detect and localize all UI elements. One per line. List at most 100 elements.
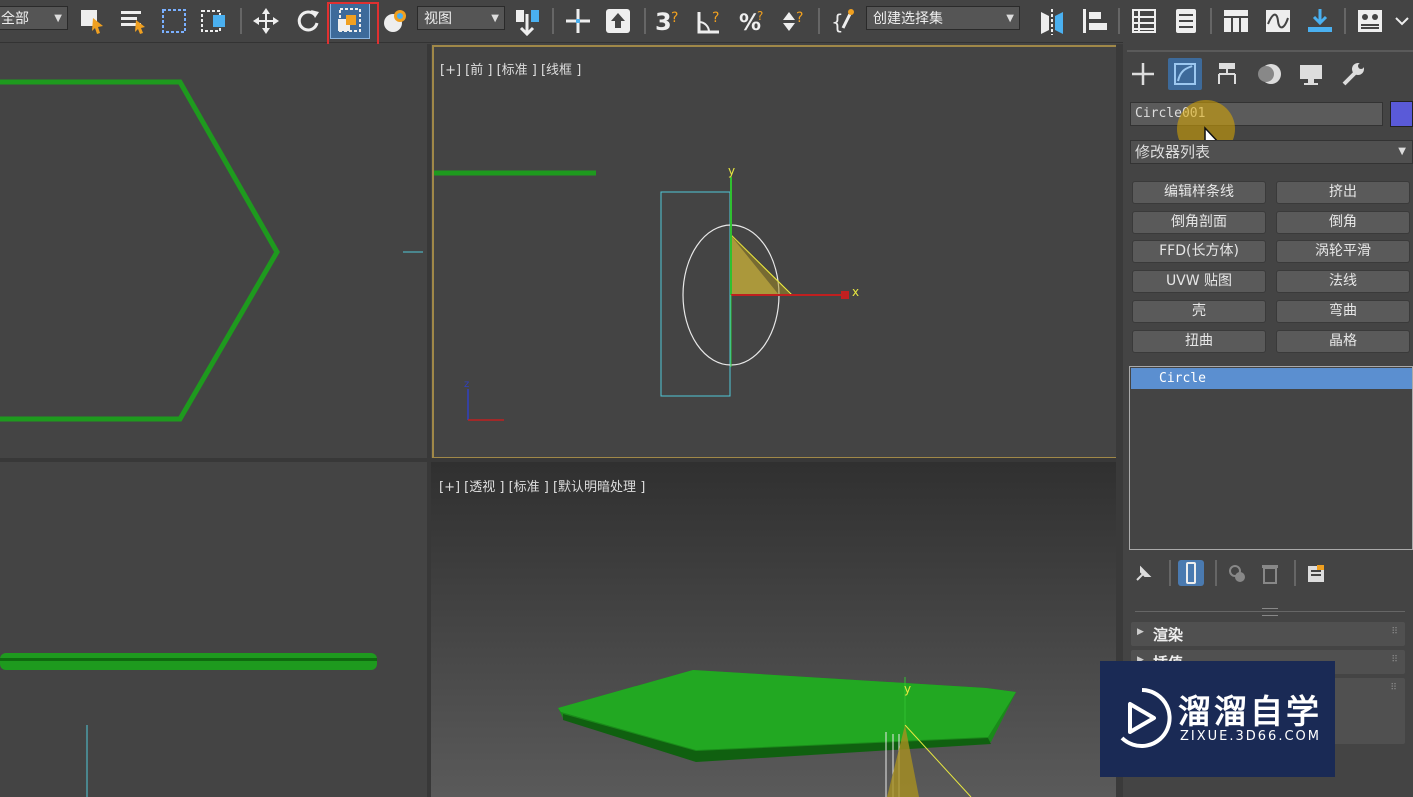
window-crossing-button[interactable]	[196, 3, 232, 39]
select-by-name-button[interactable]	[115, 3, 151, 39]
align-icon	[1083, 9, 1107, 33]
edit-named-selection-button[interactable]: {	[826, 3, 862, 39]
modifier-button-bevel[interactable]: 倒角	[1276, 211, 1410, 234]
manipulate-icon	[566, 9, 590, 33]
configure-sets-icon[interactable]	[1305, 563, 1327, 585]
rotate-icon	[297, 10, 319, 32]
tab-hierarchy[interactable]	[1210, 58, 1244, 90]
modify-icon	[1174, 63, 1196, 85]
resize-grip-icon[interactable]	[1262, 608, 1278, 616]
toolbar-separator	[644, 8, 646, 34]
select-object-button[interactable]	[74, 3, 110, 39]
svg-text:?: ?	[796, 10, 803, 26]
pivot-center-icon	[516, 10, 539, 36]
object-color-swatch[interactable]	[1390, 101, 1413, 127]
hierarchy-icon	[1218, 63, 1236, 84]
viewport-top-left[interactable]	[0, 44, 427, 458]
wrench-icon	[1342, 63, 1364, 86]
spinner-snap-icon: ?	[783, 10, 803, 31]
viewport-front[interactable]: [+] [前 ] [标准 ] [线框 ] y x z	[432, 45, 1118, 459]
chevron-right-icon: ▶	[1137, 627, 1144, 637]
modifier-button-bend[interactable]: 弯曲	[1276, 300, 1410, 323]
watermark-logo: 溜溜自学 ZIXUE.3D66.COM	[1100, 661, 1335, 777]
modifier-button-uvw-map[interactable]: UVW 贴图	[1132, 270, 1266, 293]
x-axis-label: x	[852, 285, 859, 299]
plus-icon	[1132, 63, 1154, 85]
modifier-button-turbosmooth[interactable]: 涡轮平滑	[1276, 240, 1410, 263]
toggle-ribbon-button[interactable]	[1218, 3, 1254, 39]
hexagon-shape	[0, 79, 423, 422]
material-editor-button[interactable]	[1352, 3, 1388, 39]
viewport-bottom-left[interactable]	[0, 462, 427, 797]
select-object-icon	[81, 10, 103, 34]
modifier-button-normal[interactable]: 法线	[1276, 270, 1410, 293]
modifier-list-dropdown[interactable]: 修改器列表 ▼	[1130, 140, 1413, 164]
select-manipulate-button[interactable]	[560, 3, 596, 39]
modifier-button-lattice[interactable]: 晶格	[1276, 330, 1410, 353]
rollout-rendering[interactable]: ▶ 渲染 ⠿	[1131, 622, 1405, 646]
curve-editor-icon	[1266, 10, 1290, 32]
rectangular-selection-button[interactable]	[156, 3, 192, 39]
chevron-down-icon: ▼	[1006, 13, 1014, 24]
svg-text:?: ?	[671, 10, 678, 26]
select-and-link-button[interactable]	[376, 3, 412, 39]
modifier-button-edit-spline[interactable]: 编辑样条线	[1132, 181, 1266, 204]
object-name-field[interactable]: Circle001	[1130, 102, 1383, 126]
make-unique-icon[interactable]	[1227, 563, 1249, 585]
selection-filter-value: 全部	[1, 11, 29, 27]
tab-motion[interactable]	[1252, 58, 1286, 90]
trash-icon[interactable]	[1259, 563, 1281, 585]
grip-icon: ⠿	[1391, 627, 1398, 637]
chevron-down-icon	[1395, 17, 1409, 26]
show-end-result-button[interactable]	[1178, 560, 1204, 586]
tab-modify[interactable]	[1168, 58, 1202, 90]
stack-item-circle[interactable]: Circle	[1131, 368, 1412, 389]
snaps-toggle-button[interactable]: 3?	[650, 3, 688, 39]
snap-3d-icon: 3?	[655, 8, 678, 36]
curve-editor-button[interactable]	[1260, 3, 1296, 39]
selection-filter-dropdown[interactable]: 全部 ▼	[0, 6, 68, 30]
grip-icon: ⠿	[1390, 683, 1397, 693]
toolbar-overflow-button[interactable]	[1392, 3, 1412, 39]
svg-text:{: {	[831, 10, 844, 34]
modifier-button-twist[interactable]: 扭曲	[1132, 330, 1266, 353]
show-end-result-icon	[1186, 562, 1196, 584]
modifier-button-ffd-box[interactable]: FFD(长方体)	[1132, 240, 1266, 263]
rotate-button[interactable]	[290, 3, 326, 39]
viewport-perspective[interactable]: [+] [透视 ] [标准 ] [默认明暗处理 ] y	[431, 462, 1116, 797]
modifier-button-extrude[interactable]: 挤出	[1276, 181, 1410, 204]
chevron-down-icon: ▼	[1398, 146, 1406, 157]
mirror-button[interactable]	[1034, 3, 1070, 39]
select-by-name-icon	[121, 11, 145, 34]
reference-coord-dropdown[interactable]: 视图 ▼	[417, 6, 505, 30]
edit-named-selection-icon: {	[831, 9, 854, 34]
grip-icon: ⠿	[1391, 655, 1398, 665]
scene-explorer-button[interactable]	[1126, 3, 1162, 39]
modifier-stack[interactable]: Circle	[1129, 366, 1413, 550]
tab-utilities[interactable]	[1336, 58, 1370, 90]
percent-snap-icon: %?	[739, 9, 763, 36]
toolbar-separator	[552, 8, 554, 34]
front-view-scene: y x z	[434, 164, 859, 421]
modifier-button-bevel-profile[interactable]: 倒角剖面	[1132, 211, 1266, 234]
modifier-button-shell[interactable]: 壳	[1132, 300, 1266, 323]
percent-snap-button[interactable]: %?	[734, 3, 770, 39]
panel-top-grip	[1127, 50, 1413, 52]
keyboard-shortcut-toggle-button[interactable]	[600, 3, 636, 39]
pivot-center-button[interactable]	[510, 3, 546, 39]
tab-create[interactable]	[1126, 58, 1160, 90]
align-button[interactable]	[1076, 3, 1112, 39]
angle-snap-button[interactable]: ?	[692, 3, 728, 39]
layer-explorer-button[interactable]	[1168, 3, 1204, 39]
named-selection-dropdown[interactable]: 创建选择集 ▼	[866, 6, 1020, 30]
pin-stack-icon[interactable]	[1133, 564, 1153, 584]
schematic-view-button[interactable]	[1302, 3, 1338, 39]
tab-display[interactable]	[1294, 58, 1328, 90]
angle-snap-icon: ?	[697, 10, 719, 34]
toolbar-separator	[1344, 8, 1346, 34]
move-button[interactable]	[248, 3, 284, 39]
spinner-snap-button[interactable]: ?	[776, 3, 812, 39]
rollout-title: 渲染	[1153, 626, 1184, 644]
mirror-icon	[1041, 9, 1063, 35]
y-axis-label: y	[904, 682, 911, 696]
